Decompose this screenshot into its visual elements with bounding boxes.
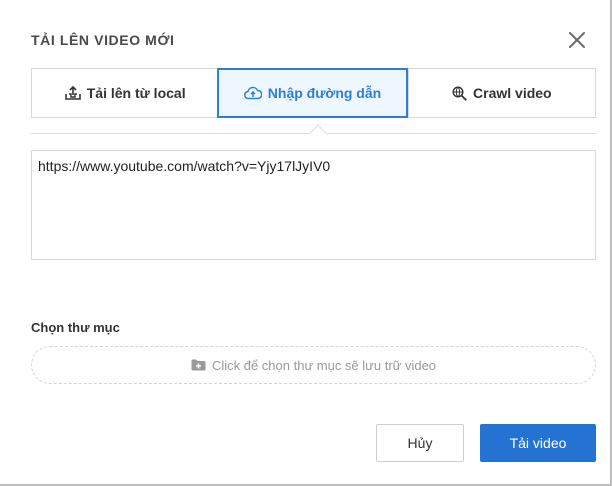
cloud-upload-icon (243, 86, 262, 100)
tab-enter-url[interactable]: Nhập đường dẫn (217, 68, 408, 118)
tab-upload-local-label: Tải lên từ local (86, 85, 186, 101)
folder-plus-icon (191, 359, 206, 371)
tab-crawl-video-label: Crawl video (473, 85, 552, 101)
active-tab-pointer (309, 124, 327, 142)
upload-source-tabs: Tải lên từ local Nhập đường dẫn Crawl vi… (31, 68, 596, 118)
folder-label: Chọn thư mục (31, 320, 120, 335)
tab-enter-url-label: Nhập đường dẫn (267, 85, 382, 101)
globe-search-icon (452, 85, 467, 101)
dialog-title: TẢI LÊN VIDEO MỚI (31, 32, 175, 48)
upload-video-dialog: TẢI LÊN VIDEO MỚI Tải lên từ local Nhập … (0, 0, 612, 486)
url-input[interactable]: https://www.youtube.com/watch?v=Yjy17lJy… (31, 150, 596, 260)
close-icon[interactable] (566, 29, 588, 51)
cancel-button[interactable]: Hủy (376, 424, 464, 462)
folder-picker[interactable]: Click để chọn thư mục sẽ lưu trữ video (31, 346, 596, 384)
folder-picker-text: Click để chọn thư mục sẽ lưu trữ video (211, 357, 437, 373)
upload-video-button[interactable]: Tải video (480, 424, 596, 462)
tab-upload-local[interactable]: Tải lên từ local (32, 69, 218, 117)
upload-tray-icon (64, 86, 81, 100)
tab-crawl-video[interactable]: Crawl video (407, 69, 595, 117)
